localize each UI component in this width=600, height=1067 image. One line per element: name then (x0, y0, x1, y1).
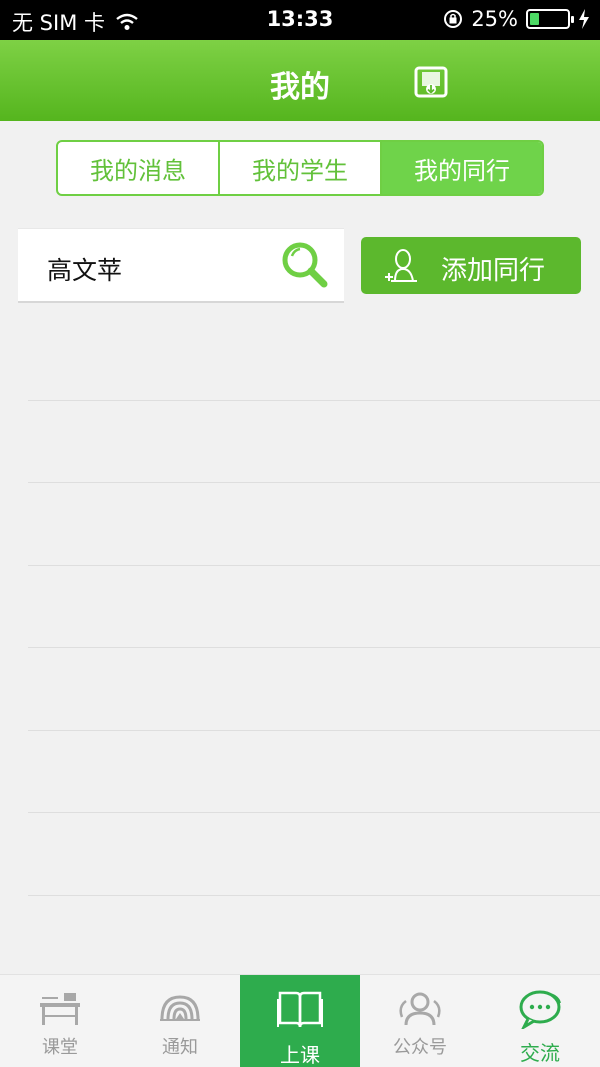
tab-my-messages[interactable]: 我的消息 (58, 142, 220, 194)
search-icon[interactable] (280, 240, 330, 290)
list-item (28, 566, 600, 648)
list-item (28, 731, 600, 813)
desk-icon (40, 993, 80, 1025)
nav-bar: 我的 (0, 40, 600, 121)
tab-classroom-label: 课堂 (42, 1037, 78, 1058)
list-item (28, 318, 600, 401)
segmented-control: 我的消息 我的学生 我的同行 (56, 140, 544, 196)
tab-attend-class-label: 上课 (280, 1043, 320, 1067)
add-peer-button[interactable]: 添加同行 (361, 237, 581, 294)
tab-my-students[interactable]: 我的学生 (220, 142, 382, 194)
add-user-icon (385, 249, 417, 282)
tab-bar: 课堂 通知 上课 公众号 交流 (0, 974, 600, 1067)
page-title: 我的 (270, 70, 330, 105)
book-icon (277, 991, 323, 1028)
tab-official-account-label: 公众号 (393, 1037, 447, 1058)
people-icon (399, 992, 441, 1026)
battery-percent: 25% (471, 7, 518, 31)
battery-icon (526, 9, 574, 29)
tab-classroom[interactable]: 课堂 (0, 975, 120, 1067)
list-item (28, 813, 600, 896)
broadcast-icon (160, 995, 200, 1021)
tab-attend-class[interactable]: 上课 (240, 975, 360, 1067)
tab-my-peers[interactable]: 我的同行 (382, 142, 542, 194)
tab-official-account[interactable]: 公众号 (360, 975, 480, 1067)
tab-communication[interactable]: 交流 (480, 975, 600, 1067)
search-value: 高文苹 (47, 256, 123, 285)
status-bar: 无 SIM 卡 13:33 25% (0, 0, 600, 40)
peer-list (28, 318, 600, 896)
charging-icon (579, 9, 589, 29)
list-item (28, 648, 600, 731)
list-item (28, 483, 600, 566)
rotation-lock-icon (444, 10, 463, 28)
chat-icon (519, 990, 561, 1029)
tab-communication-label: 交流 (520, 1041, 560, 1065)
download-icon[interactable] (414, 66, 448, 98)
add-peer-label: 添加同行 (441, 256, 546, 286)
list-item (28, 401, 600, 483)
tab-notice[interactable]: 通知 (120, 975, 240, 1067)
tab-notice-label: 通知 (162, 1037, 198, 1058)
